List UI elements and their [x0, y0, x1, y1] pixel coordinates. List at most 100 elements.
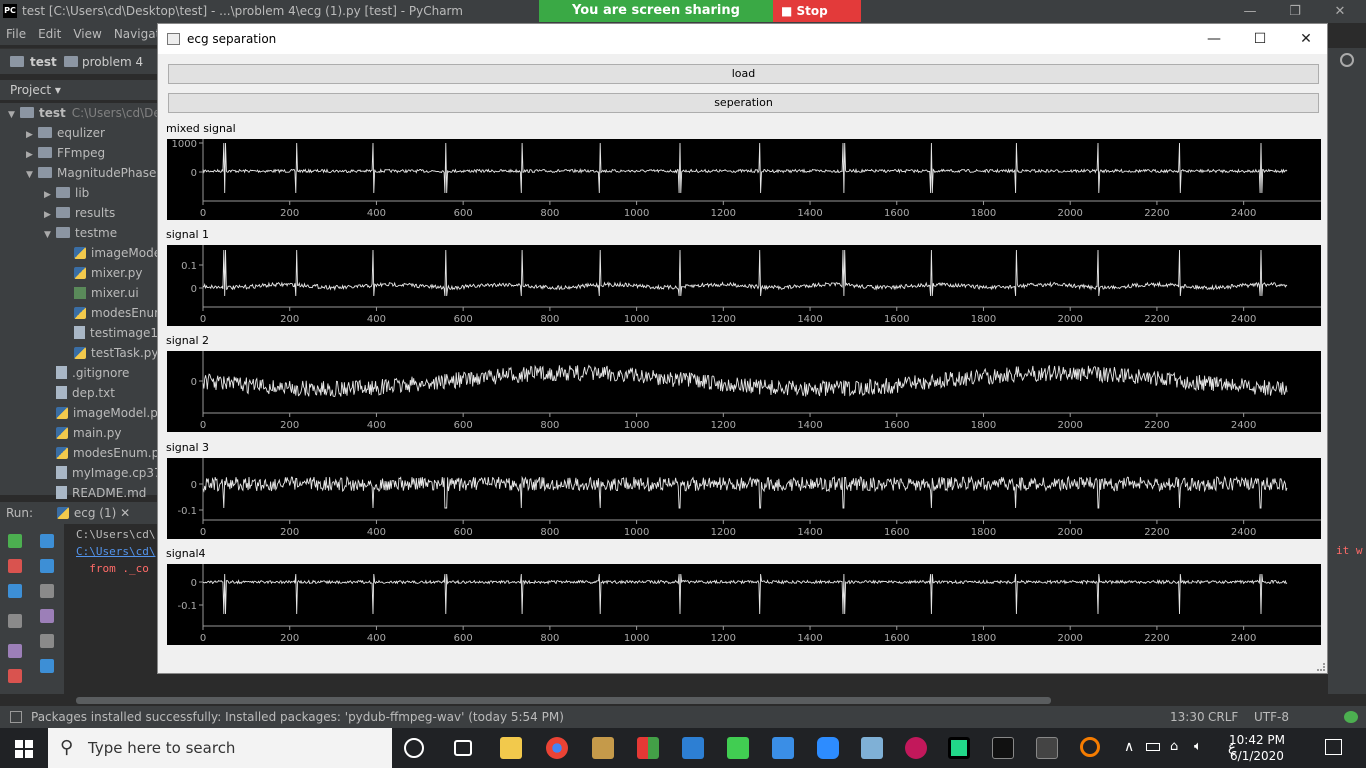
app-minimize-icon[interactable]: — [1191, 24, 1237, 54]
chevron-right-icon[interactable]: ▶ [26, 145, 38, 165]
wrap-icon[interactable] [40, 584, 54, 598]
x-tick-label: 400 [367, 314, 386, 325]
chevron-right-icon[interactable]: ▶ [26, 125, 38, 145]
tree-item[interactable]: myImage.cp37- [0, 463, 166, 483]
cursor-position[interactable]: 13:30 [1170, 706, 1205, 728]
tree-item[interactable]: mixer.py [0, 263, 143, 283]
file-explorer-icon[interactable] [500, 737, 522, 759]
tree-item[interactable]: ▼ test C:\Users\cd\Desk [0, 103, 174, 123]
console-link[interactable]: C:\Users\cd\ [76, 543, 155, 560]
chevron-right-icon[interactable]: ▶ [44, 205, 56, 225]
close-run-icon[interactable] [8, 669, 22, 683]
app-icon[interactable] [905, 737, 927, 759]
chevron-down-icon[interactable]: ▼ [8, 105, 20, 125]
chevron-right-icon[interactable]: ▶ [44, 185, 56, 205]
plot-2[interactable]: 0 200 400 600 800 1000 1200 1400 1600 1800 2000 220… [167, 245, 1321, 326]
tree-item[interactable]: ▶ lib [0, 183, 89, 203]
ide-close-icon[interactable]: ✕ [1320, 0, 1360, 23]
resize-grip-icon[interactable] [1317, 663, 1325, 671]
clock[interactable]: 10:42 PM 6/1/2020 [1225, 732, 1289, 764]
rerun-icon[interactable] [8, 534, 22, 548]
tree-item[interactable]: dep.txt [0, 383, 115, 403]
cortana-icon[interactable] [404, 738, 424, 758]
line-separator[interactable]: CRLF [1208, 706, 1238, 728]
qt-designer-icon[interactable] [727, 737, 749, 759]
tree-item[interactable]: modesEnum.py [0, 443, 166, 463]
battery-icon[interactable] [1146, 743, 1160, 751]
print-icon[interactable] [40, 634, 54, 648]
terminal-icon[interactable] [1036, 737, 1058, 759]
volume-icon[interactable]: 🔈︎ [1194, 739, 1202, 754]
notification-icon[interactable] [1344, 711, 1358, 723]
app-title-bar: ecg separation [158, 24, 1327, 54]
office-icon[interactable] [637, 737, 659, 759]
app-close-icon[interactable]: ✕ [1283, 24, 1329, 54]
tree-item[interactable]: ▶ results [0, 203, 115, 223]
file-encoding[interactable]: UTF-8 [1254, 706, 1289, 728]
plot-svg: 0 200 400 600 800 1000 1200 1400 1600 1800 2000 220… [181, 245, 1321, 325]
tree-item[interactable]: mixer.ui [0, 283, 139, 303]
chevron-up-icon[interactable]: ∧ [1124, 739, 1134, 755]
zoom-icon[interactable] [817, 737, 839, 759]
project-panel-header[interactable]: Project ▾ [0, 80, 160, 100]
tree-item[interactable]: ▼ MagnitudePhaseM [0, 163, 167, 183]
tree-item[interactable]: README.md [0, 483, 146, 503]
plot-1[interactable]: 0 200 400 600 800 1000 1200 1400 1600 1800 2000 220… [167, 139, 1321, 220]
plot-5[interactable]: 0 200 400 600 800 1000 1200 1400 1600 1800 2000 220… [167, 564, 1321, 645]
pin-icon[interactable] [8, 644, 22, 658]
status-toggle-icon[interactable] [10, 711, 22, 723]
network-icon[interactable]: ⌂ [1170, 739, 1178, 754]
app-icon[interactable] [861, 737, 883, 759]
tree-item[interactable]: imageMode [0, 243, 161, 263]
ide-minimize-icon[interactable]: — [1230, 0, 1270, 23]
tree-item[interactable]: ▶ equlizer [0, 123, 105, 143]
tree-item[interactable]: .gitignore [0, 363, 129, 383]
menu-view[interactable]: View [67, 23, 107, 41]
trash-icon[interactable] [40, 659, 54, 673]
down-arrow-icon[interactable] [40, 559, 54, 573]
chevron-down-icon[interactable]: ▼ [26, 165, 38, 185]
folder-icon [38, 147, 52, 158]
breadcrumb-test[interactable]: test [30, 55, 57, 69]
pycharm-icon[interactable] [948, 737, 970, 759]
breadcrumb-problem[interactable]: problem 4 [82, 55, 143, 69]
ide-restore-icon[interactable]: ❐ [1275, 0, 1315, 23]
tree-item[interactable]: main.py [0, 423, 122, 443]
ecg-separation-window: ecg separation — ☐ ✕ load seperation mix… [157, 23, 1328, 674]
stop-share-button[interactable]: ■ Stop Share [773, 0, 861, 40]
plot-4[interactable]: 0 200 400 600 800 1000 1200 1400 1600 1800 2000 220… [167, 458, 1321, 539]
run-tab[interactable]: ecg (1) ✕ [56, 506, 130, 520]
layout-icon[interactable] [8, 614, 22, 628]
notification-center-icon[interactable] [1325, 739, 1342, 755]
tree-item[interactable]: testTask.py [0, 343, 158, 363]
app-icon[interactable] [682, 737, 704, 759]
terminal-icon[interactable] [992, 737, 1014, 759]
separation-button[interactable]: seperation [168, 93, 1319, 113]
windows-start-icon[interactable] [15, 740, 33, 758]
chevron-down-icon[interactable]: ▼ [44, 225, 56, 245]
taskbar-search[interactable]: ⚲ Type here to search [48, 728, 392, 768]
app-maximize-icon[interactable]: ☐ [1237, 24, 1283, 54]
chrome-icon[interactable] [546, 737, 568, 759]
menu-edit[interactable]: Edit [32, 23, 67, 41]
x-tick-label: 2200 [1144, 527, 1169, 538]
pause-icon[interactable] [8, 584, 22, 598]
scroll-end-icon[interactable] [40, 609, 54, 623]
tree-item[interactable]: imageModel.py [0, 403, 165, 423]
app-icon[interactable] [772, 737, 794, 759]
tree-item[interactable]: ▼ testme [0, 223, 117, 243]
app-icon[interactable] [592, 737, 614, 759]
menu-file[interactable]: File [0, 23, 32, 41]
stop-icon[interactable] [8, 559, 22, 573]
app-icon[interactable] [1080, 737, 1100, 757]
y-tick-label: 0 [191, 168, 197, 179]
tree-item[interactable]: modesEnum [0, 303, 166, 323]
up-arrow-icon[interactable] [40, 534, 54, 548]
tree-item[interactable]: ▶ FFmpeg [0, 143, 105, 163]
horizontal-scrollbar[interactable] [76, 697, 1051, 704]
load-button[interactable]: load [168, 64, 1319, 84]
tree-item[interactable]: testimage1.j [0, 323, 165, 343]
search-icon[interactable] [1340, 53, 1354, 67]
task-view-icon[interactable] [454, 740, 472, 756]
plot-3[interactable]: 0 200 400 600 800 1000 1200 1400 1600 1800 2000 220… [167, 351, 1321, 432]
